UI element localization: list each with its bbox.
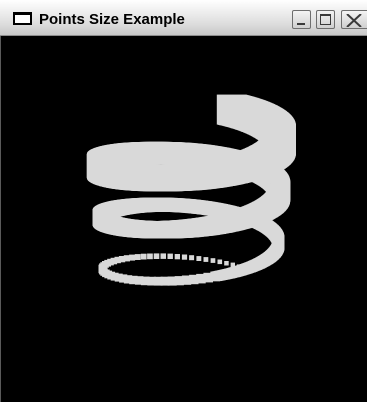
window-icon[interactable] (13, 12, 32, 25)
render-canvas (0, 36, 367, 402)
title-bar[interactable]: Points Size Example (0, 0, 367, 36)
spiral-point (147, 253, 153, 260)
spiral-point (174, 254, 180, 260)
spiral-point (248, 268, 253, 273)
spiral-point (140, 253, 147, 260)
spiral-point (134, 254, 141, 260)
spiral-point (224, 261, 229, 266)
close-icon (346, 14, 362, 27)
spiral-point (129, 254, 136, 261)
minimize-button[interactable] (292, 10, 311, 29)
spiral-point (189, 255, 195, 261)
spiral-point (230, 262, 235, 267)
app-window: Points Size Example (0, 0, 367, 402)
spiral-point (181, 254, 188, 260)
spiral-point (153, 253, 160, 259)
spiral-point (167, 253, 173, 259)
spiral-point (210, 258, 216, 263)
spiral-point (217, 259, 223, 265)
spiral-point (203, 257, 209, 262)
spiral-point (196, 256, 202, 261)
maximize-button[interactable] (316, 10, 335, 29)
spiral-point (242, 266, 247, 271)
close-button[interactable] (341, 10, 367, 29)
spiral-point (236, 264, 242, 269)
spiral-point (160, 253, 166, 259)
window-border (0, 36, 1, 402)
window-title: Points Size Example (39, 11, 185, 28)
spiral-point (123, 255, 130, 262)
